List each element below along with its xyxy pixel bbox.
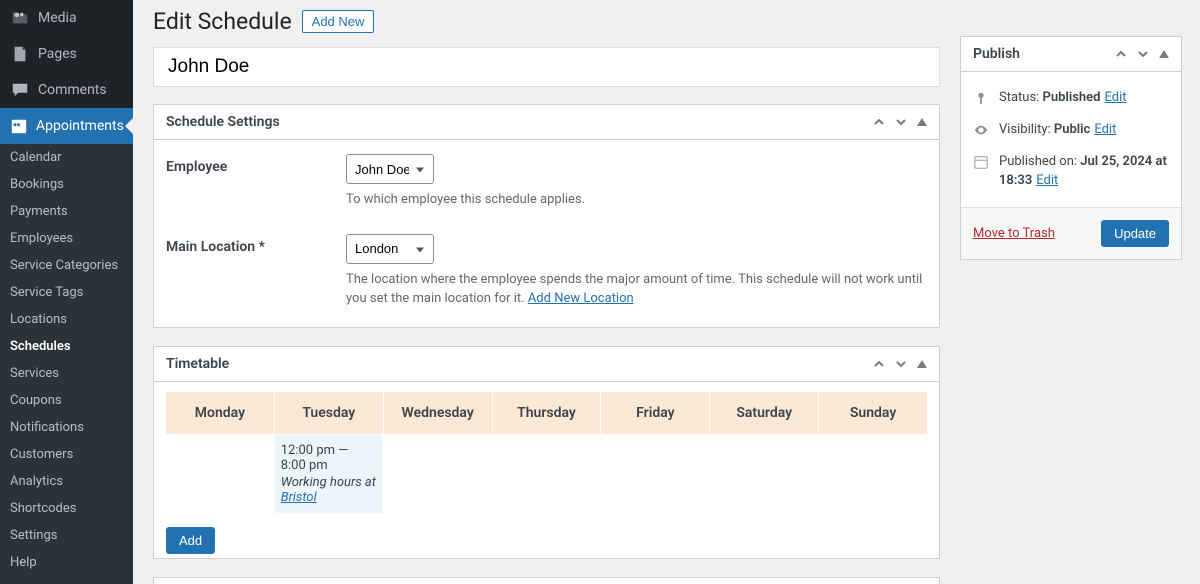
tt-cell-tuesday[interactable]: 12:00 pm — 8:00 pm Working hours at Bris… [275,435,384,513]
sidebar-subitem-help[interactable]: Help [0,549,133,576]
employee-label: Employee [166,154,346,210]
publish-box: Publish Status: PublishedEdit Visibili [960,36,1182,260]
sidebar-submenu: Calendar Bookings Payments Employees Ser… [0,144,133,576]
tt-cell-saturday[interactable] [710,435,819,513]
publish-status-row: Status: PublishedEdit [973,82,1169,114]
day-header-thursday: Thursday [493,392,602,434]
eye-icon [973,121,989,137]
sidebar-subitem-employees[interactable]: Employees [0,225,133,252]
sidebar-subitem-settings[interactable]: Settings [0,522,133,549]
sidebar-subitem-schedules[interactable]: Schedules [0,333,133,360]
publish-title: Publish [973,46,1020,62]
sidebar-subitem-service-tags[interactable]: Service Tags [0,279,133,306]
tt-cell-thursday[interactable] [492,435,601,513]
publish-date-row: Published on: Jul 25, 2024 at 18:33Edit [973,146,1169,196]
page-title: Edit Schedule [153,8,292,35]
sidebar-item-pages[interactable]: Pages [0,36,133,72]
employee-help: To which employee this schedule applies. [346,190,927,210]
chevron-down-icon[interactable] [895,358,907,370]
sidebar-subitem-payments[interactable]: Payments [0,198,133,225]
tt-cell-monday[interactable] [166,435,275,513]
publish-visibility-row: Visibility: PublicEdit [973,114,1169,146]
page-icon [10,44,30,64]
sidebar-subitem-customers[interactable]: Customers [0,441,133,468]
page-header: Edit Schedule Add New [153,8,940,35]
tt-slot-description: Working hours at Bristol [281,475,377,505]
sidebar-subitem-locations[interactable]: Locations [0,306,133,333]
day-header-wednesday: Wednesday [384,392,493,434]
sidebar-subitem-analytics[interactable]: Analytics [0,468,133,495]
triangle-up-icon[interactable] [1159,50,1169,58]
day-header-friday: Friday [601,392,710,434]
visibility-edit-link[interactable]: Edit [1094,122,1116,137]
tt-cell-sunday[interactable] [818,435,927,513]
sidebar-item-label: Comments [38,82,107,98]
sidebar-subitem-shortcodes[interactable]: Shortcodes [0,495,133,522]
tt-location-link[interactable]: Bristol [281,490,317,505]
tt-slot-time: 12:00 pm — 8:00 pm [281,443,377,473]
main-location-label: Main Location * [166,234,346,309]
add-new-button[interactable]: Add New [302,10,375,33]
employee-select[interactable]: John Doe [346,154,434,184]
day-header-monday: Monday [166,392,275,434]
media-icon [10,8,30,28]
main-location-select[interactable]: London [346,234,434,264]
schedule-settings-title: Schedule Settings [166,114,280,130]
timetable-header: Monday Tuesday Wednesday Thursday Friday… [166,392,927,435]
sidebar-subitem-calendar[interactable]: Calendar [0,144,133,171]
sidebar-item-label: Media [38,10,77,26]
sidebar-item-label: Pages [38,46,77,62]
tt-cell-wednesday[interactable] [383,435,492,513]
main-location-help: The location where the employee spends t… [346,270,927,309]
sidebar-item-extensions[interactable]: Extensions [0,576,133,584]
chevron-up-icon[interactable] [1115,48,1127,60]
sidebar-subitem-notifications[interactable]: Notifications [0,414,133,441]
sidebar-item-comments[interactable]: Comments [0,72,133,108]
calendar-icon [10,116,28,136]
chevron-down-icon[interactable] [895,116,907,128]
day-header-sunday: Sunday [819,392,927,434]
chevron-up-icon[interactable] [873,358,885,370]
date-edit-link[interactable]: Edit [1036,173,1058,188]
day-header-saturday: Saturday [710,392,819,434]
status-edit-link[interactable]: Edit [1104,90,1126,105]
days-off-box: Days Off [153,577,940,584]
sidebar-item-media[interactable]: Media [0,0,133,36]
schedule-settings-box: Schedule Settings Employee John Doe [153,104,940,328]
pin-icon [973,89,989,105]
sidebar-subitem-services[interactable]: Services [0,360,133,387]
calendar-icon [973,153,989,169]
tt-cell-friday[interactable] [601,435,710,513]
timetable-row: 12:00 pm — 8:00 pm Working hours at Bris… [166,435,927,513]
update-button[interactable]: Update [1101,220,1169,247]
chevron-down-icon[interactable] [1137,48,1149,60]
sidebar-subitem-bookings[interactable]: Bookings [0,171,133,198]
schedule-title-input[interactable] [153,47,940,87]
timetable-box: Timetable Monday Tuesday Wednesday Thurs… [153,346,940,559]
timetable-title: Timetable [166,356,229,372]
admin-sidebar: Media Pages Comments Appointments Calend… [0,0,133,584]
chevron-up-icon[interactable] [873,116,885,128]
comment-icon [10,80,30,100]
triangle-up-icon[interactable] [917,118,927,126]
day-header-tuesday: Tuesday [275,392,384,434]
sidebar-item-label: Appointments [36,118,124,134]
timetable-add-button[interactable]: Add [166,527,215,554]
triangle-up-icon[interactable] [917,360,927,368]
sidebar-subitem-service-categories[interactable]: Service Categories [0,252,133,279]
move-to-trash-link[interactable]: Move to Trash [973,226,1055,241]
sidebar-item-appointments[interactable]: Appointments [0,108,133,144]
add-new-location-link[interactable]: Add New Location [528,291,634,306]
sidebar-subitem-coupons[interactable]: Coupons [0,387,133,414]
